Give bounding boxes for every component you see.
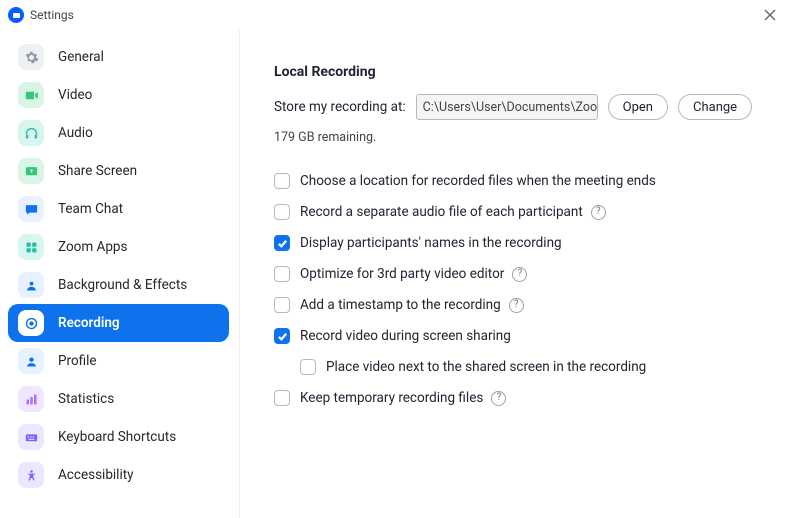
accessibility-icon — [18, 462, 44, 488]
sidebar-item-label: Video — [58, 87, 92, 103]
opt-display-names: Display participants' names in the recor… — [274, 229, 763, 257]
window-title: Settings — [30, 8, 74, 22]
checkbox[interactable] — [274, 297, 290, 313]
close-icon — [764, 9, 776, 21]
sidebar-item-keyboard-shortcuts[interactable]: Keyboard Shortcuts — [8, 418, 229, 456]
opt-place-video-next: Place video next to the shared screen in… — [274, 353, 763, 381]
share-screen-icon — [18, 158, 44, 184]
sidebar-item-accessibility[interactable]: Accessibility — [8, 456, 229, 494]
opt-record-during-share: Record video during screen sharing — [274, 322, 763, 350]
sidebar-item-audio[interactable]: Audio — [8, 114, 229, 152]
statistics-icon — [18, 386, 44, 412]
opt-add-timestamp: Add a timestamp to the recording ? — [274, 291, 763, 319]
opt-label: Keep temporary recording files — [300, 390, 483, 406]
sidebar-item-profile[interactable]: Profile — [8, 342, 229, 380]
opt-label: Place video next to the shared screen in… — [326, 359, 646, 375]
help-icon[interactable]: ? — [509, 298, 524, 313]
record-icon — [18, 310, 44, 336]
opt-separate-audio: Record a separate audio file of each par… — [274, 198, 763, 226]
sidebar-item-label: Share Screen — [58, 163, 137, 179]
opt-label: Optimize for 3rd party video editor — [300, 266, 504, 282]
sidebar-item-label: Keyboard Shortcuts — [58, 429, 176, 445]
sidebar: General Video Audio Share Screen Team Ch… — [0, 30, 240, 518]
opt-label: Display participants' names in the recor… — [300, 235, 562, 251]
gear-icon — [18, 44, 44, 70]
opt-choose-location: Choose a location for recorded files whe… — [274, 167, 763, 195]
sidebar-item-label: Accessibility — [58, 467, 134, 483]
titlebar: Settings — [0, 0, 793, 30]
store-path-field[interactable]: C:\Users\User\Documents\Zoom — [416, 94, 598, 120]
sidebar-item-video[interactable]: Video — [8, 76, 229, 114]
app-icon — [8, 7, 24, 23]
opt-optimize-3rd-party: Optimize for 3rd party video editor ? — [274, 260, 763, 288]
sidebar-item-recording[interactable]: Recording — [8, 304, 229, 342]
checkbox[interactable] — [300, 359, 316, 375]
store-path-label: Store my recording at: — [274, 99, 406, 115]
sidebar-item-label: Background & Effects — [58, 277, 187, 293]
headphones-icon — [18, 120, 44, 146]
sidebar-item-label: Audio — [58, 125, 93, 141]
help-icon[interactable]: ? — [591, 205, 606, 220]
sidebar-item-zoom-apps[interactable]: Zoom Apps — [8, 228, 229, 266]
close-button[interactable] — [755, 0, 785, 30]
video-icon — [18, 82, 44, 108]
sidebar-item-label: Profile — [58, 353, 97, 369]
sidebar-item-label: Statistics — [58, 391, 114, 407]
store-path-value: C:\Users\User\Documents\Zoom — [423, 100, 598, 115]
main-panel: Local Recording Store my recording at: C… — [240, 30, 793, 518]
help-icon[interactable]: ? — [512, 267, 527, 282]
background-icon — [18, 272, 44, 298]
sidebar-item-label: Team Chat — [58, 201, 123, 217]
sidebar-item-team-chat[interactable]: Team Chat — [8, 190, 229, 228]
checkbox[interactable] — [274, 204, 290, 220]
checkbox[interactable] — [274, 235, 290, 251]
sidebar-item-label: Recording — [58, 315, 120, 331]
sidebar-item-share-screen[interactable]: Share Screen — [8, 152, 229, 190]
opt-label: Add a timestamp to the recording — [300, 297, 501, 313]
checkbox[interactable] — [274, 390, 290, 406]
apps-icon — [18, 234, 44, 260]
sidebar-item-label: General — [58, 49, 104, 65]
change-button[interactable]: Change — [678, 94, 752, 120]
chat-icon — [18, 196, 44, 222]
opt-keep-temp-files: Keep temporary recording files ? — [274, 384, 763, 412]
opt-label: Record a separate audio file of each par… — [300, 204, 583, 220]
profile-icon — [18, 348, 44, 374]
open-button[interactable]: Open — [608, 94, 668, 120]
section-title: Local Recording — [274, 64, 763, 80]
checkbox[interactable] — [274, 328, 290, 344]
opt-label: Choose a location for recorded files whe… — [300, 173, 656, 189]
storage-remaining: 179 GB remaining. — [274, 130, 763, 145]
help-icon[interactable]: ? — [491, 391, 506, 406]
sidebar-item-label: Zoom Apps — [58, 239, 127, 255]
opt-label: Record video during screen sharing — [300, 328, 511, 344]
keyboard-icon — [18, 424, 44, 450]
checkbox[interactable] — [274, 266, 290, 282]
checkbox[interactable] — [274, 173, 290, 189]
sidebar-item-general[interactable]: General — [8, 38, 229, 76]
sidebar-item-background-effects[interactable]: Background & Effects — [8, 266, 229, 304]
sidebar-item-statistics[interactable]: Statistics — [8, 380, 229, 418]
options-list: Choose a location for recorded files whe… — [274, 167, 763, 412]
